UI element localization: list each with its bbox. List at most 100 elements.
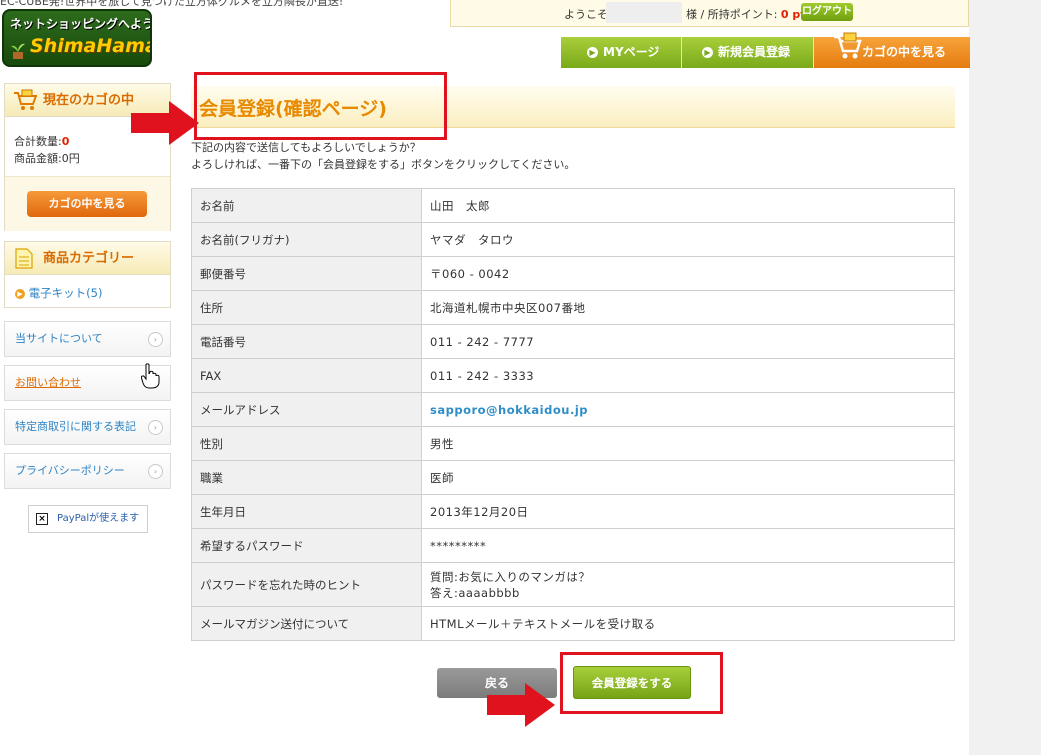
row-label: お名前(フリガナ): [191, 222, 422, 257]
arrow-right-icon: ▶: [587, 47, 598, 58]
table-row: 生年月日 2013年12月20日: [191, 494, 955, 529]
sidebar-category-box: 商品カテゴリー ▶ 電子キット(5): [4, 241, 171, 308]
chevron-right-icon: ›: [148, 464, 163, 479]
sidebar-link-label: 当サイトについて: [15, 332, 103, 345]
nav-register-label: 新規会員登録: [718, 45, 791, 59]
intro-text-2: よろしければ、一番下の「会員登録をする」ボタンをクリックしてください。: [191, 158, 576, 171]
table-row: お名前 山田 太郎: [191, 188, 955, 223]
row-label: FAX: [191, 358, 422, 393]
hand-cursor-icon: [141, 363, 160, 389]
hint-answer: 答え:aaaabbbb: [430, 585, 520, 600]
row-label: 電話番号: [191, 324, 422, 359]
email-link[interactable]: sapporo@hokkaidou.jp: [430, 403, 588, 417]
red-arrow-icon: [487, 683, 555, 727]
highlight-box-submit: [560, 652, 723, 714]
welcome-prefix: ようこそ: [564, 8, 608, 21]
sidebar-link-label: お問い合わせ: [15, 376, 81, 389]
highlight-box-title: [194, 72, 447, 140]
table-row: パスワードを忘れた時のヒント 質問:お気に入りのマンガは？ 答え:aaaabbbb: [191, 562, 955, 607]
confirmation-table: お名前 山田 太郎 お名前(フリガナ) ヤマダ タロウ 郵便番号 〒060 - 004…: [191, 188, 955, 641]
row-label: お名前: [191, 188, 422, 223]
red-arrow-icon: [131, 101, 199, 145]
bullet-arrow-icon: ▶: [15, 288, 25, 299]
paypal-badge[interactable]: × PayPalが使えます: [28, 505, 148, 533]
table-row: メールマガジン送付について HTMLメール＋テキストメールを受け取る: [191, 606, 955, 641]
points-display: 様 / 所持ポイント: 0 pt: [686, 6, 806, 22]
row-value: HTMLメール＋テキストメールを受け取る: [421, 606, 955, 641]
row-label: 職業: [191, 460, 422, 495]
sidebar-link-about[interactable]: 当サイトについて ›: [4, 321, 171, 357]
site-logo[interactable]: ネットショッピングへようこそ ShimaHamada: [2, 9, 152, 67]
row-label: メールアドレス: [191, 392, 422, 427]
table-row: 郵便番号 〒060 - 0042: [191, 256, 955, 291]
row-value-cell: 質問:お気に入りのマンガは？ 答え:aaaabbbb: [421, 562, 955, 607]
view-cart-button[interactable]: カゴの中を見る: [27, 191, 147, 217]
row-label: 性別: [191, 426, 422, 461]
cart-amount-label: 商品金額:: [14, 152, 62, 165]
table-row: お名前(フリガナ) ヤマダ タロウ: [191, 222, 955, 257]
sprout-icon: [11, 43, 25, 59]
nav-cart-button[interactable]: カゴの中を見る: [814, 32, 970, 68]
table-row: 性別 男性: [191, 426, 955, 461]
row-value: 男性: [421, 426, 955, 461]
broken-image-icon: ×: [36, 513, 48, 525]
table-row: 職業 医師: [191, 460, 955, 495]
row-value: 山田 太郎: [421, 188, 955, 223]
cart-quantity: 合計数量:0: [14, 133, 69, 149]
paypal-label: PayPalが使えます: [57, 513, 140, 524]
sidebar-cart-title: 現在のカゴの中: [43, 93, 135, 108]
sidebar-category-title: 商品カテゴリー: [43, 251, 135, 266]
table-row: 住所 北海道札幌市中央区007番地: [191, 290, 955, 325]
category-item-label: 電子キット(5): [28, 286, 103, 300]
nav-register-button[interactable]: ▶ 新規会員登録: [682, 37, 814, 68]
row-label: パスワードを忘れた時のヒント: [191, 562, 422, 607]
intro-text-1: 下記の内容で送信してもよろしいでしょうか？: [191, 141, 421, 154]
row-value: 011 - 242 - 3333: [421, 358, 955, 393]
points-label: 様 / 所持ポイント:: [686, 8, 781, 21]
nav-cart-label: カゴの中を見る: [862, 45, 947, 59]
nav-mypage-button[interactable]: ▶ MYページ: [561, 37, 682, 68]
row-label: 生年月日: [191, 494, 422, 529]
table-row: FAX 011 - 242 - 3333: [191, 358, 955, 393]
tagline: EC-CUBE発!世界中を旅して見つけた立方体グルメを立方隣長が直送!: [0, 0, 344, 8]
category-item[interactable]: ▶ 電子キット(5): [15, 285, 102, 301]
cart-quantity-label: 合計数量:: [14, 135, 62, 148]
logout-button[interactable]: ログアウト: [801, 3, 853, 21]
right-background-strip: [969, 0, 1041, 755]
row-label: 住所: [191, 290, 422, 325]
row-label: 希望するパスワード: [191, 528, 422, 563]
cart-icon: [834, 32, 862, 59]
sidebar-category-header: 商品カテゴリー: [5, 242, 170, 275]
cart-amount: 商品金額:0円: [14, 150, 80, 166]
cart-quantity-value: 0: [61, 135, 70, 148]
row-value: 北海道札幌市中央区007番地: [421, 290, 955, 325]
chevron-right-icon: ›: [148, 420, 163, 435]
sidebar-link-label: プライバシーポリシー: [15, 464, 125, 477]
row-value: *********: [421, 528, 955, 563]
table-row: メールアドレス sapporo@hokkaidou.jp: [191, 392, 955, 427]
row-value: 医師: [421, 460, 955, 495]
welcome-bar: ようこそ 様 / 所持ポイント: 0 pt ログアウト: [450, 0, 969, 27]
row-label: メールマガジン送付について: [191, 606, 422, 641]
hint-question: 質問:お気に入りのマンガは？: [430, 569, 591, 584]
row-value: 2013年12月20日: [421, 494, 955, 529]
sidebar-link-label: 特定商取引に関する表記: [15, 420, 136, 433]
user-name-field: [606, 2, 682, 23]
logo-caption: ネットショッピングへようこそ: [10, 17, 152, 31]
row-label: 郵便番号: [191, 256, 422, 291]
cart-icon: [14, 89, 37, 110]
row-value: 011 - 242 - 7777: [421, 324, 955, 359]
nav-mypage-label: MYページ: [603, 45, 660, 59]
table-row: 希望するパスワード *********: [191, 528, 955, 563]
table-row: 電話番号 011 - 242 - 7777: [191, 324, 955, 359]
arrow-right-icon: ▶: [702, 47, 713, 58]
chevron-right-icon: ›: [148, 332, 163, 347]
row-value: ヤマダ タロウ: [421, 222, 955, 257]
sidebar-link-privacy[interactable]: プライバシーポリシー ›: [4, 453, 171, 489]
row-value: 〒060 - 0042: [421, 256, 955, 291]
row-value-cell: sapporo@hokkaidou.jp: [421, 392, 955, 427]
cart-amount-value: 0円: [61, 152, 80, 165]
document-icon: [15, 248, 33, 269]
sidebar-link-legal[interactable]: 特定商取引に関する表記 ›: [4, 409, 171, 445]
logo-wordmark: ShimaHamada: [30, 35, 150, 57]
